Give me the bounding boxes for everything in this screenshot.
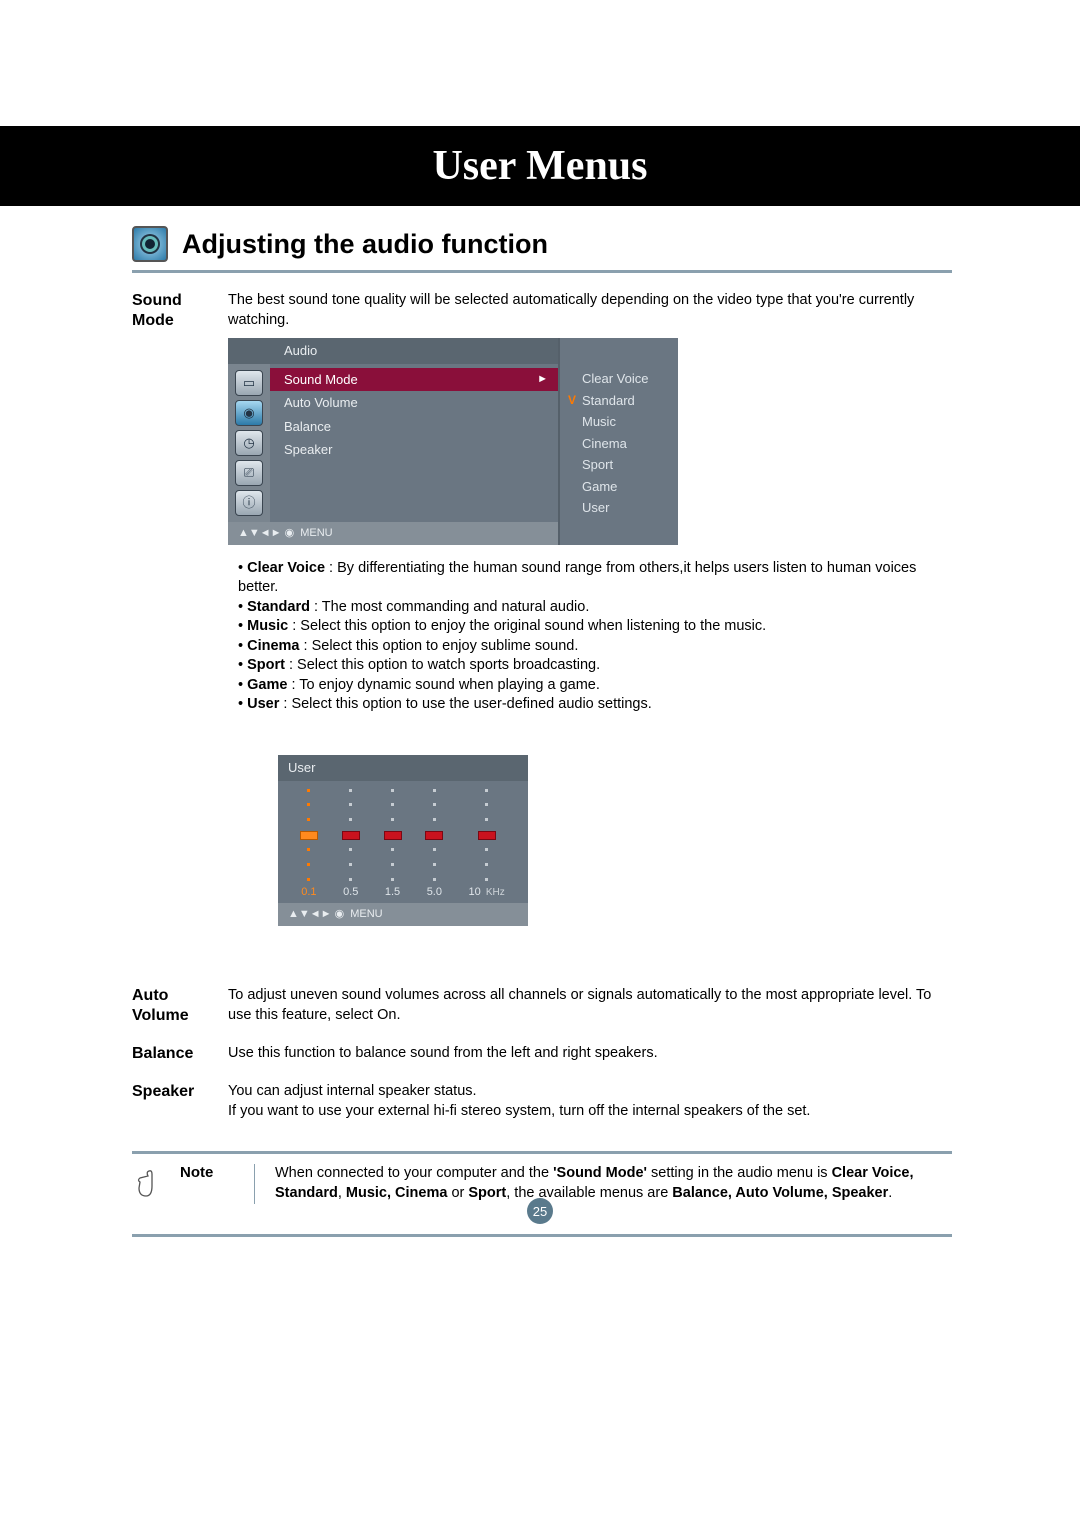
desc-cinema: • Cinema : Select this option to enjoy s…: [238, 637, 952, 657]
submenu-item[interactable]: Clear Voice: [568, 368, 670, 390]
audio-icon: ◉: [235, 400, 263, 426]
eq-band-2[interactable]: 1.5: [385, 789, 400, 900]
submenu-item[interactable]: Music: [568, 411, 670, 433]
chapter-banner: User Menus: [0, 126, 1080, 206]
auto-volume-text: To adjust uneven sound volumes across al…: [228, 986, 952, 1025]
desc-standard: • Standard : The most commanding and nat…: [238, 598, 952, 618]
page-content: Adjusting the audio function Sound Mode …: [132, 226, 952, 1247]
label-text: Sound: [132, 291, 228, 311]
menu-label: MENU: [300, 526, 332, 541]
submenu-item-checked[interactable]: Standard: [568, 390, 670, 412]
definitions: Auto Volume To adjust uneven sound volum…: [132, 986, 952, 1121]
speaker-text: You can adjust internal speaker status. …: [228, 1082, 952, 1121]
section-header: Adjusting the audio function: [132, 226, 952, 262]
audio-icon: [132, 226, 168, 262]
sound-mode-body: The best sound tone quality will be sele…: [228, 291, 952, 926]
eq-band-3[interactable]: 5.0: [427, 789, 442, 900]
eq-title: User: [278, 755, 528, 781]
osd-footer: ▲▼◄► ◉ MENU: [228, 522, 558, 545]
eq-band-label: 0.1: [301, 881, 316, 900]
eq-band-label: 5.0: [427, 881, 442, 900]
osd-screenshot: Audio ▭ ◉ ◷ ⎚ ⓘ Sound Mode ►: [228, 338, 952, 544]
speaker-row: Speaker You can adjust internal speaker …: [132, 1082, 952, 1121]
sound-mode-intro: The best sound tone quality will be sele…: [228, 291, 952, 330]
osd-item-label: Speaker: [284, 441, 332, 459]
eq-band-0[interactable]: 0.1: [301, 789, 316, 900]
eq-body: 0.1 0.5: [278, 781, 528, 904]
mode-descriptions: • Clear Voice : By differentiating the h…: [238, 559, 952, 716]
eq-band-label: 1.5: [385, 881, 400, 900]
osd-category-icons: ▭ ◉ ◷ ⎚ ⓘ: [228, 364, 270, 522]
menu-label: MENU: [350, 907, 382, 922]
divider: [132, 1234, 952, 1237]
slider-knob[interactable]: [478, 831, 496, 840]
submenu-item[interactable]: Game: [568, 476, 670, 498]
auto-volume-label: Auto Volume: [132, 986, 228, 1026]
balance-label: Balance: [132, 1044, 228, 1064]
option-icon: ⎚: [235, 460, 263, 486]
nav-arrows-icon: ▲▼◄► ◉: [238, 526, 294, 541]
osd-item-label: Balance: [284, 418, 331, 436]
hand-point-icon: [132, 1164, 166, 1202]
desc-sport: • Sport : Select this option to watch sp…: [238, 656, 952, 676]
osd-menu-list: Sound Mode ► Auto Volume Balance Speaker: [270, 364, 558, 522]
divider: [254, 1164, 255, 1203]
osd-item-label: Auto Volume: [284, 394, 358, 412]
chevron-right-icon: ►: [537, 372, 548, 387]
osd-item-balance[interactable]: Balance: [270, 415, 558, 439]
info-icon: ⓘ: [235, 490, 263, 516]
eq-band-1[interactable]: 0.5: [343, 789, 358, 900]
chapter-title: User Menus: [432, 143, 647, 189]
desc-clear-voice: • Clear Voice : By differentiating the h…: [238, 559, 952, 598]
balance-row: Balance Use this function to balance sou…: [132, 1044, 952, 1064]
note-text: When connected to your computer and the …: [275, 1164, 952, 1203]
label-text: Mode: [132, 311, 228, 331]
slider-knob[interactable]: [384, 831, 402, 840]
eq-band-4[interactable]: 10 KHz: [469, 789, 505, 900]
time-icon: ◷: [235, 430, 263, 456]
divider: [132, 270, 952, 273]
osd-item-speaker[interactable]: Speaker: [270, 438, 558, 462]
speaker-label: Speaker: [132, 1082, 228, 1102]
eq-band-label: 0.5: [343, 881, 358, 900]
desc-user: • User : Select this option to use the u…: [238, 695, 952, 715]
submenu-item[interactable]: Sport: [568, 454, 670, 476]
equalizer-screenshot: User 0.1: [278, 755, 528, 926]
desc-music: • Music : Select this option to enjoy th…: [238, 617, 952, 637]
divider: [132, 1151, 952, 1154]
eq-band-label: 10 KHz: [469, 881, 505, 900]
picture-icon: ▭: [235, 370, 263, 396]
sound-mode-row: Sound Mode The best sound tone quality w…: [132, 291, 952, 926]
slider-knob[interactable]: [425, 831, 443, 840]
osd-item-sound-mode[interactable]: Sound Mode ►: [270, 368, 558, 392]
submenu-item[interactable]: Cinema: [568, 433, 670, 455]
osd-panel: Audio ▭ ◉ ◷ ⎚ ⓘ Sound Mode ►: [228, 338, 558, 544]
section-title: Adjusting the audio function: [182, 229, 548, 260]
balance-text: Use this function to balance sound from …: [228, 1044, 952, 1064]
sound-mode-label: Sound Mode: [132, 291, 228, 331]
desc-game: • Game : To enjoy dynamic sound when pla…: [238, 676, 952, 696]
note-label: Note: [180, 1164, 234, 1181]
eq-footer: ▲▼◄► ◉ MENU: [278, 903, 528, 926]
osd-title: Audio: [228, 338, 558, 364]
osd-submenu: Clear Voice Standard Music Cinema Sport …: [558, 338, 678, 544]
osd-item-label: Sound Mode: [284, 371, 358, 389]
slider-knob[interactable]: [342, 831, 360, 840]
auto-volume-row: Auto Volume To adjust uneven sound volum…: [132, 986, 952, 1026]
slider-knob[interactable]: [300, 831, 318, 840]
page-number: 25: [527, 1198, 553, 1224]
osd-item-auto-volume[interactable]: Auto Volume: [270, 391, 558, 415]
submenu-item[interactable]: User: [568, 497, 670, 519]
nav-arrows-icon: ▲▼◄► ◉: [288, 907, 344, 922]
